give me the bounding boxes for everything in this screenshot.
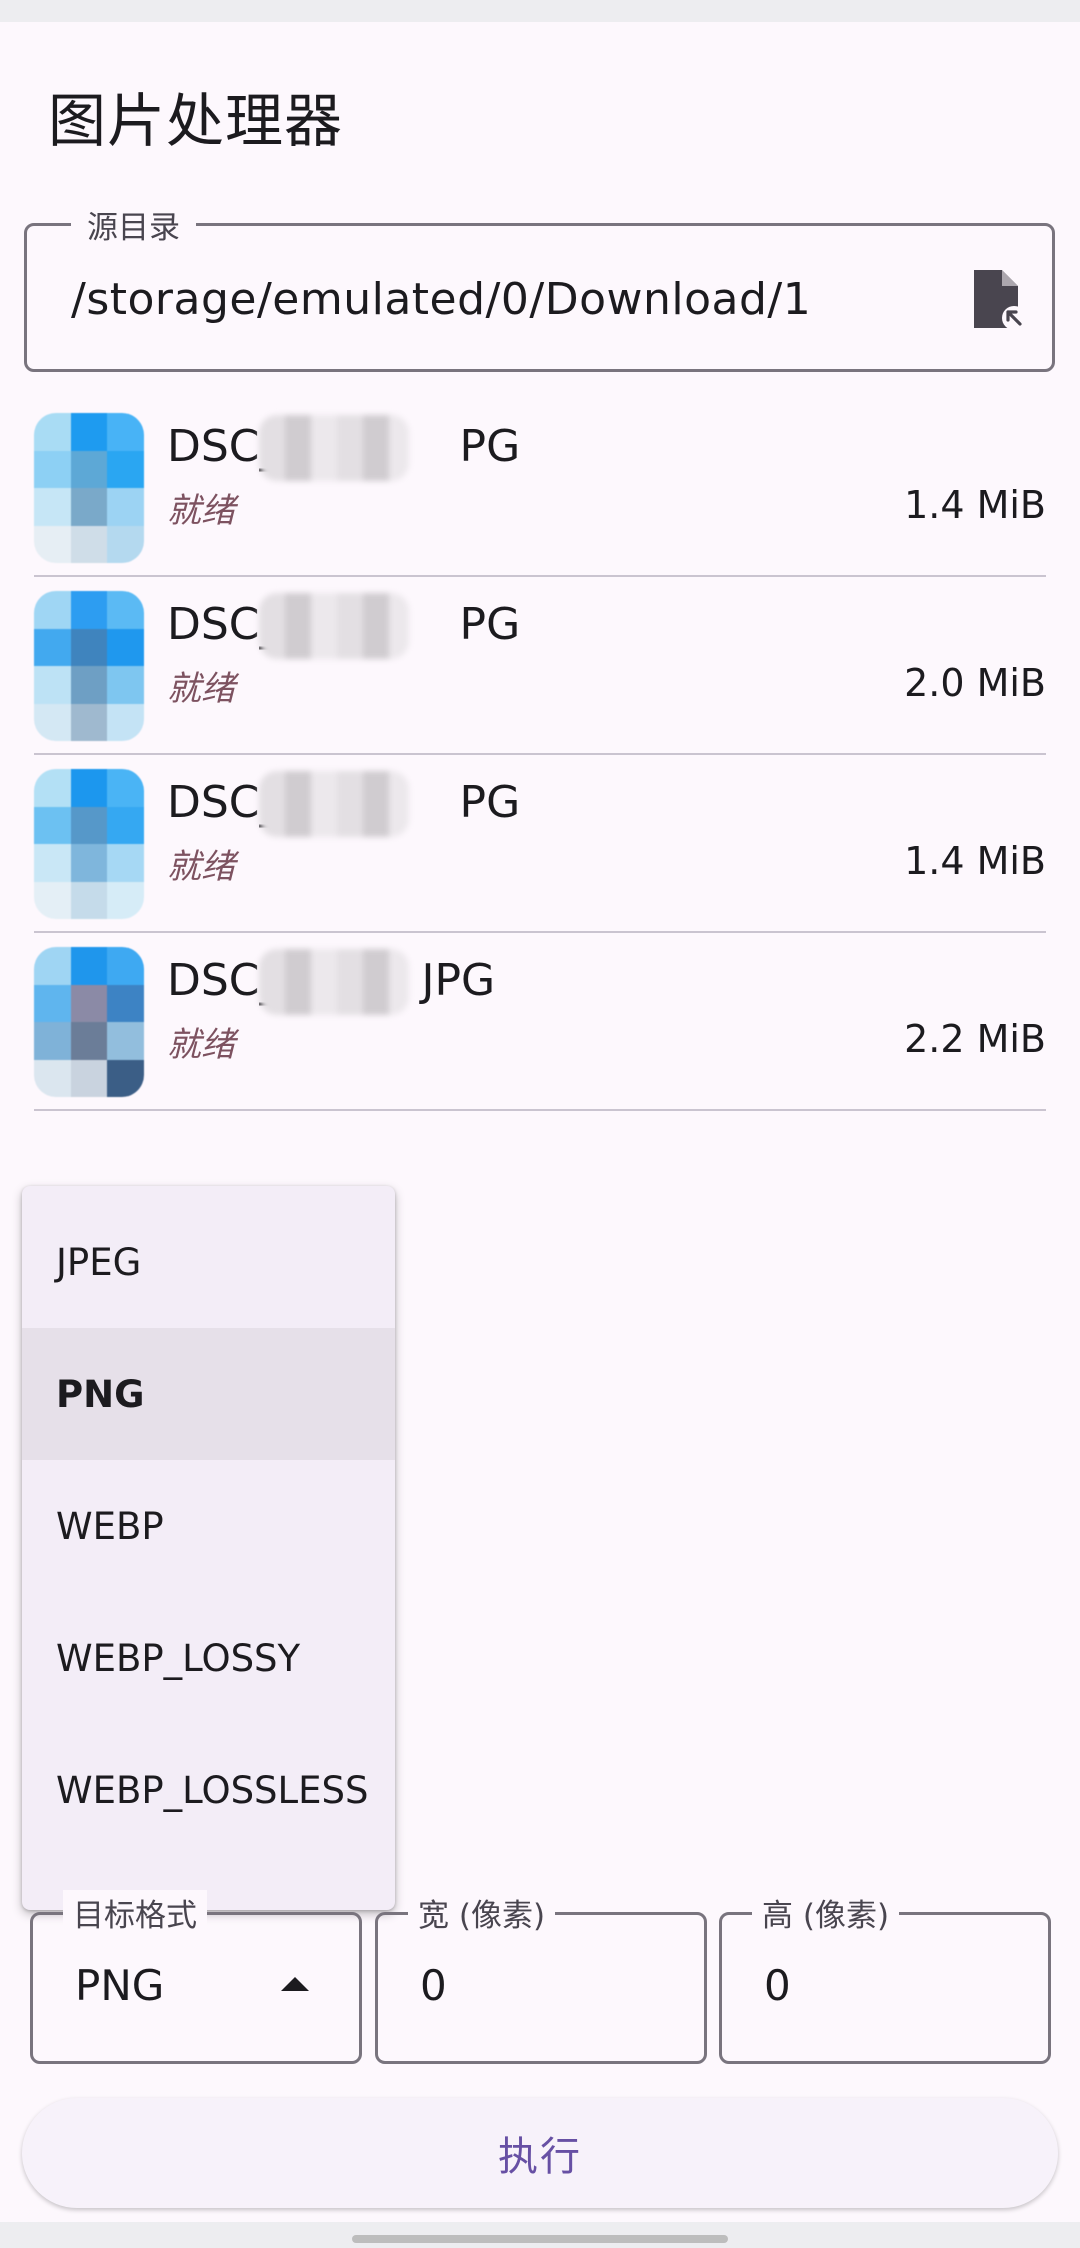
file-name: DSC_ PG [167, 593, 520, 659]
file-list-item[interactable]: DSC_ JPG 就绪 2.2 MiB [0, 933, 1080, 1111]
width-label: 宽 (像素) [408, 1890, 556, 1935]
file-status: 就绪 [167, 1025, 235, 1065]
height-label: 高 (像素) [752, 1890, 900, 1935]
target-format-value: PNG [75, 1961, 165, 2010]
redacted-filename-mask [259, 593, 409, 659]
file-name: DSC_ PG [167, 415, 520, 481]
file-size: 1.4 MiB [904, 839, 1046, 883]
file-status: 就绪 [167, 491, 235, 531]
file-size: 2.2 MiB [904, 1017, 1046, 1061]
file-thumbnail [34, 413, 144, 563]
page-title: 图片处理器 [48, 87, 344, 155]
redacted-filename-mask [259, 949, 409, 1015]
source-directory-field[interactable]: 源目录 /storage/emulated/0/Download/1 [24, 202, 1055, 372]
home-indicator[interactable] [352, 2235, 728, 2243]
target-format-label: 目标格式 [63, 1890, 207, 1935]
execute-button[interactable]: 执行 [22, 2098, 1058, 2208]
redacted-filename-mask [259, 771, 409, 837]
file-size: 1.4 MiB [904, 483, 1046, 527]
divider [34, 1109, 1046, 1111]
app-screen: 图片处理器 源目录 /storage/emulated/0/Download/1… [0, 22, 1080, 2222]
file-thumbnail [34, 947, 144, 1097]
file-list-item[interactable]: DSC_ PG 就绪 1.4 MiB [0, 755, 1080, 933]
caret-up-icon[interactable] [281, 1977, 309, 1991]
source-directory-label: 源目录 [71, 202, 196, 247]
file-name: DSC_ PG [167, 771, 520, 837]
file-status: 就绪 [167, 669, 235, 709]
file-thumbnail [34, 769, 144, 919]
file-list-item[interactable]: DSC_ PG 就绪 2.0 MiB [0, 577, 1080, 755]
menu-item-png[interactable]: PNG [22, 1328, 395, 1460]
width-value[interactable]: 0 [420, 1961, 447, 2010]
file-size: 2.0 MiB [904, 661, 1046, 705]
redacted-filename-mask [259, 415, 409, 481]
file-list-item[interactable]: DSC_ PG 就绪 1.4 MiB [0, 399, 1080, 577]
file-thumbnail [34, 591, 144, 741]
format-dropdown-menu: JPEG PNG WEBP WEBP_LOSSY WEBP_LOSSLESS [22, 1186, 395, 1910]
target-format-select[interactable]: 目标格式 PNG [30, 1890, 362, 2064]
menu-item-webp[interactable]: WEBP [22, 1460, 395, 1592]
source-directory-value: /storage/emulated/0/Download/1 [71, 274, 812, 325]
width-input[interactable]: 宽 (像素) 0 [375, 1890, 707, 2064]
menu-item-webp-lossless[interactable]: WEBP_LOSSLESS [22, 1724, 395, 1856]
menu-item-jpeg[interactable]: JPEG [22, 1196, 395, 1328]
menu-item-webp-lossy[interactable]: WEBP_LOSSY [22, 1592, 395, 1724]
file-status: 就绪 [167, 847, 235, 887]
height-value[interactable]: 0 [764, 1961, 791, 2010]
file-picker-icon[interactable] [970, 270, 1026, 330]
height-input[interactable]: 高 (像素) 0 [719, 1890, 1051, 2064]
file-name: DSC_ JPG [167, 949, 495, 1015]
